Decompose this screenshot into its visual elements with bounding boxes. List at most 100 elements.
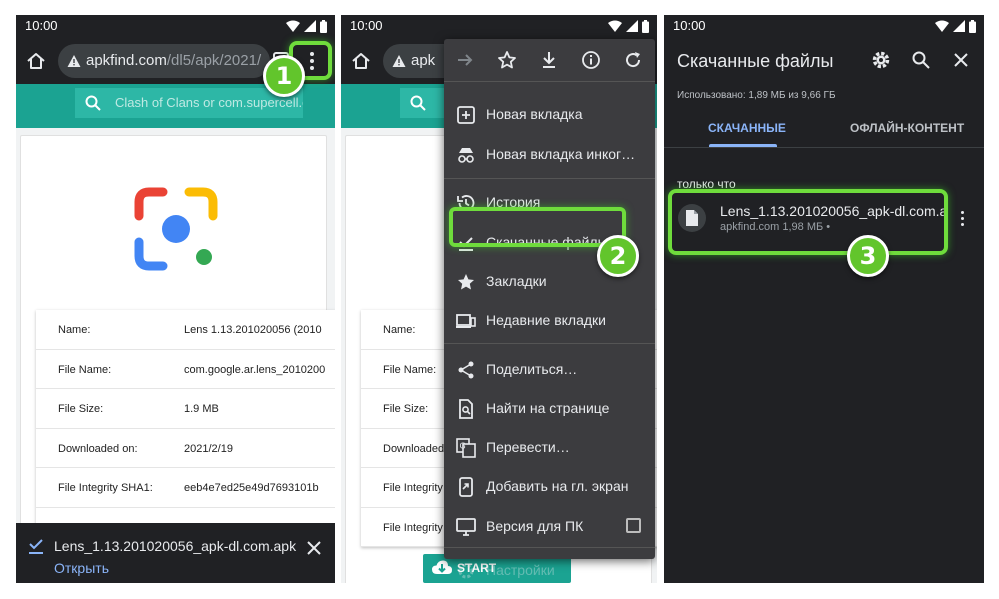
info-value: com.google.ar.lens_2010200 bbox=[184, 363, 326, 376]
incognito-icon bbox=[458, 148, 474, 163]
menu-item-translate[interactable]: G Перевести… bbox=[444, 428, 655, 467]
url-path: /dl5/apk/2021/ bbox=[166, 52, 262, 69]
battery-icon bbox=[969, 19, 976, 33]
info-key: File Size: bbox=[383, 403, 429, 415]
info-key: Name: bbox=[383, 324, 416, 336]
new-tab-icon bbox=[457, 106, 475, 124]
highlight-download-item bbox=[668, 189, 948, 255]
info-value: Lens 1.13.201020056 (2010 bbox=[184, 324, 322, 336]
forward-icon[interactable] bbox=[455, 50, 475, 70]
download-complete-snackbar: Lens_1.13.201020056_apk-dl.com.apk Откры… bbox=[16, 523, 335, 583]
battery-icon bbox=[642, 19, 649, 33]
status-bar: 10:00 bbox=[16, 15, 335, 37]
address-bar[interactable]: apkfind.com/dl5/apk/2021/ bbox=[58, 44, 270, 78]
reload-icon[interactable] bbox=[623, 50, 643, 70]
menu-divider bbox=[444, 343, 655, 344]
info-key: File Integrity bbox=[383, 521, 443, 534]
signal-icon bbox=[304, 20, 316, 32]
menu-item-label: Добавить на гл. экран bbox=[486, 478, 629, 494]
menu-item-label: Версия для ПК bbox=[486, 518, 584, 534]
table-row: Downloaded on: 2021/2/19 bbox=[36, 429, 335, 468]
info-key: File Integrity bbox=[383, 482, 443, 494]
file-info-table: Name: Lens 1.13.201020056 (2010 File Name… bbox=[36, 310, 335, 547]
page-title: Скачанные файлы bbox=[677, 51, 834, 71]
url-host: apk bbox=[411, 52, 436, 69]
star-icon bbox=[458, 274, 474, 290]
home-icon[interactable] bbox=[350, 50, 372, 72]
menu-divider bbox=[444, 178, 655, 179]
table-row: File Name: com.google.ar.lens_2010200 bbox=[36, 350, 335, 389]
share-icon bbox=[458, 361, 474, 379]
menu-divider bbox=[444, 547, 655, 548]
search-icon bbox=[85, 95, 101, 111]
site-search-input[interactable]: Clash of Clans or com.supercell.cla bbox=[75, 88, 303, 118]
status-bar: 10:00 bbox=[664, 15, 984, 37]
tab-downloaded[interactable]: СКАЧАННЫЕ bbox=[708, 121, 786, 135]
find-in-page-icon bbox=[459, 399, 473, 419]
status-bar: 10:00 bbox=[341, 15, 657, 37]
menu-item-add-to-home[interactable]: Добавить на гл. экран bbox=[444, 467, 655, 506]
google-lens-logo bbox=[134, 187, 218, 271]
add-to-home-icon bbox=[459, 477, 473, 497]
menu-item-label: Новая вкладка инког… bbox=[486, 146, 636, 162]
status-time: 10:00 bbox=[25, 18, 58, 33]
table-row: File Size: 1.9 MB bbox=[36, 389, 335, 429]
home-icon[interactable] bbox=[25, 50, 47, 72]
close-icon[interactable] bbox=[307, 541, 321, 555]
page-info-icon[interactable] bbox=[581, 50, 601, 70]
bookmark-star-icon[interactable] bbox=[497, 50, 517, 70]
step-badge-2: 2 bbox=[597, 235, 639, 277]
item-more-icon[interactable] bbox=[961, 211, 965, 227]
menu-item-label: Перевести… bbox=[486, 439, 570, 455]
info-value: 1.9 MB bbox=[184, 403, 219, 415]
step-badge-3: 3 bbox=[847, 235, 889, 277]
menu-item-label: Найти на странице bbox=[486, 400, 610, 416]
wifi-icon bbox=[935, 20, 949, 32]
site-search-placeholder: Clash of Clans or com.supercell.cla bbox=[115, 95, 303, 110]
menu-item-desktop-site[interactable]: Версия для ПК bbox=[444, 507, 655, 546]
menu-item-label: Недавние вкладки bbox=[486, 312, 606, 328]
screen-browser-menu: 10:00 apk Name: File Name: File Size: Do… bbox=[341, 15, 657, 583]
url-host: apkfind.com bbox=[86, 52, 167, 69]
status-icons bbox=[608, 19, 649, 33]
info-key: File Integrity SHA1: bbox=[58, 482, 153, 494]
step-badge-1: 1 bbox=[263, 55, 305, 97]
desktop-site-checkbox[interactable] bbox=[626, 518, 641, 533]
table-row: File Integrity SHA1: eeb4e7ed25e49d769310… bbox=[36, 468, 335, 508]
snackbar-open-link[interactable]: Открыть bbox=[54, 560, 109, 576]
screen-downloads: 10:00 Скачанные файлы Использовано: 1,89… bbox=[664, 15, 984, 583]
menu-action-row bbox=[444, 39, 655, 81]
not-secure-icon bbox=[392, 55, 406, 67]
wifi-icon bbox=[286, 20, 300, 32]
not-secure-icon bbox=[67, 55, 81, 67]
download-done-icon bbox=[29, 539, 43, 554]
menu-item-find-in-page[interactable]: Найти на странице bbox=[444, 389, 655, 428]
tab-offline-content[interactable]: ОФЛАЙН-КОНТЕНТ bbox=[850, 121, 964, 135]
screen-browser-page: 10:00 apkfind.com/dl5/apk/2021/ Clash of… bbox=[16, 15, 335, 583]
table-row: Name: Lens 1.13.201020056 (2010 bbox=[36, 310, 335, 350]
menu-item-new-tab[interactable]: Новая вкладка bbox=[444, 95, 655, 134]
close-icon[interactable] bbox=[951, 50, 971, 70]
menu-item-share[interactable]: Поделиться… bbox=[444, 350, 655, 389]
search-icon[interactable] bbox=[911, 50, 931, 70]
info-key: File Name: bbox=[58, 363, 112, 376]
menu-item-incognito[interactable]: Новая вкладка инког… bbox=[444, 135, 655, 174]
status-icons bbox=[935, 19, 976, 33]
menu-divider bbox=[444, 81, 655, 82]
menu-item-label: Закладки bbox=[486, 273, 547, 289]
search-icon bbox=[410, 95, 426, 111]
translate-icon: G bbox=[456, 438, 476, 458]
download-page-icon[interactable] bbox=[539, 50, 559, 70]
gear-icon[interactable] bbox=[871, 50, 891, 70]
status-time: 10:00 bbox=[350, 18, 383, 33]
info-key: Name: bbox=[58, 324, 91, 336]
status-icons bbox=[286, 19, 327, 33]
tab-divider bbox=[664, 147, 984, 148]
info-key: File Size: bbox=[58, 403, 104, 415]
menu-item-recent-tabs[interactable]: Недавние вкладки bbox=[444, 301, 655, 340]
info-value: 2021/2/19 bbox=[184, 442, 233, 455]
menu-item-label: Поделиться… bbox=[486, 361, 578, 377]
desktop-site-icon bbox=[456, 518, 476, 536]
menu-item-settings[interactable]: Настройки bbox=[444, 551, 655, 583]
menu-item-label: Новая вкладка bbox=[486, 106, 583, 122]
